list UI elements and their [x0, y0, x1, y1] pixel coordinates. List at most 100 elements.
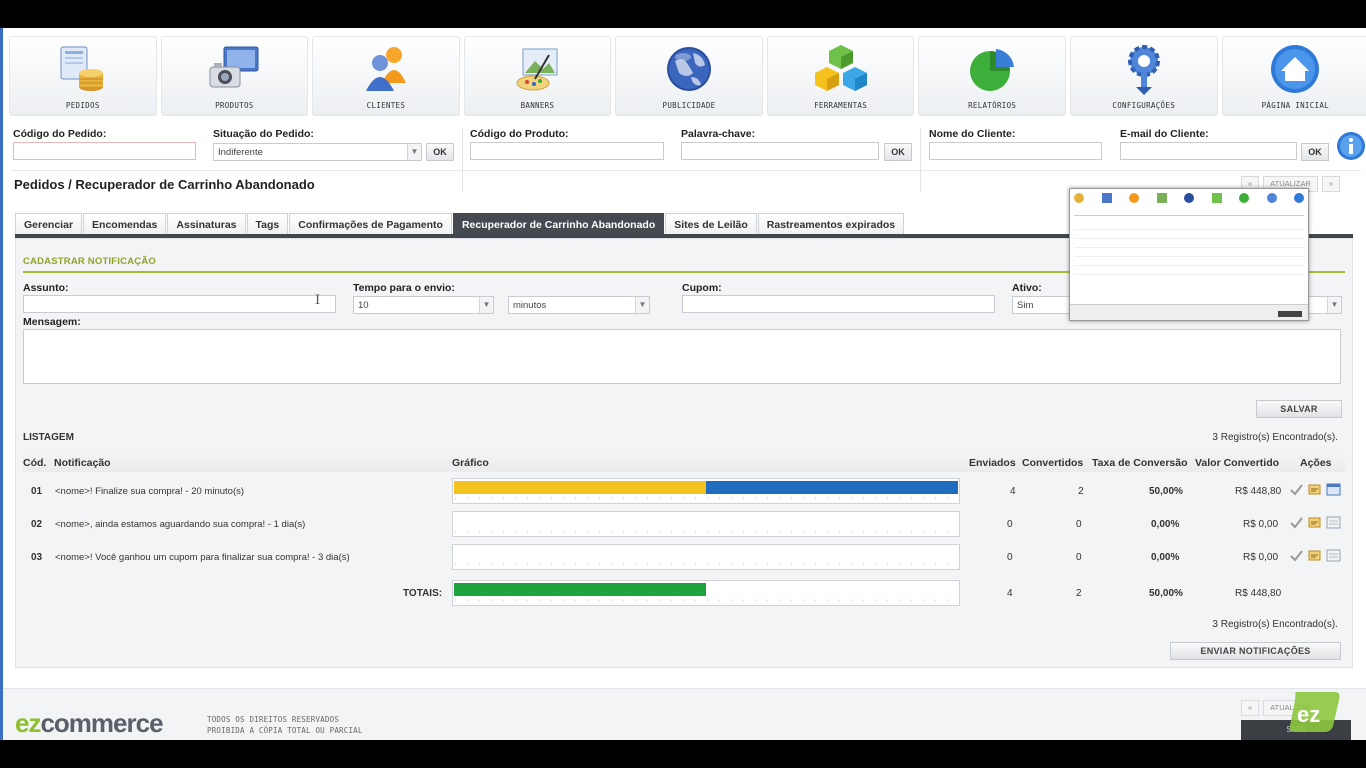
pie-chart-icon: [1239, 193, 1249, 203]
main-nav: PEDIDOS PRODUTOS CLIENTES BANNERS PUBLIC…: [9, 36, 1366, 116]
check-icon[interactable]: [1290, 483, 1303, 496]
nav-label: RELATÓRIOS: [968, 101, 1017, 110]
nav-home[interactable]: PÁGINA INICIAL: [1221, 36, 1366, 116]
nav-publicity[interactable]: PUBLICIDADE: [615, 36, 763, 116]
send-notifications-button[interactable]: ENVIAR NOTIFICAÇÕES: [1170, 642, 1341, 660]
logo-ez: ez: [15, 708, 41, 738]
logo-commerce: commerce: [40, 708, 163, 738]
totals-sent: 4: [1007, 588, 1013, 599]
row-rate: 0,00%: [1151, 552, 1180, 563]
client-name-input[interactable]: [929, 142, 1102, 160]
totals-value: R$ 448,80: [1235, 588, 1282, 599]
globe-icon: [667, 47, 712, 91]
divider: [11, 170, 1361, 171]
totals-row: TOTAIS: 4 2 50,00% R$ 448,80: [23, 576, 1345, 606]
view-icon[interactable]: [1326, 483, 1341, 496]
check-icon[interactable]: [1290, 549, 1303, 562]
edit-icon[interactable]: [1308, 549, 1321, 562]
nav-label: FERRAMENTAS: [814, 101, 868, 110]
svg-text:ez: ez: [1297, 702, 1320, 727]
row-converted: 2: [1078, 486, 1084, 497]
nav-banners[interactable]: BANNERS: [463, 36, 612, 116]
table-row: 01 <nome>! Finalize sua compra! - 20 min…: [23, 474, 1345, 504]
keyword-label: Palavra-chave:: [681, 128, 756, 140]
table-row: 03 <nome>! Você ganhou um cupom para fin…: [23, 540, 1345, 570]
send-time-select[interactable]: 10 ▼: [353, 296, 494, 314]
tab-tags[interactable]: Tags: [246, 213, 289, 235]
preview-thumbnail[interactable]: [1069, 188, 1309, 321]
active-value: Sim: [1017, 300, 1034, 311]
orders-icon: [1074, 193, 1084, 203]
product-code-label: Código do Produto:: [470, 128, 569, 140]
nav-orders[interactable]: PEDIDOS: [9, 36, 157, 116]
message-textarea[interactable]: [23, 329, 1341, 384]
nav-settings[interactable]: CONFIGURAÇÕES: [1069, 36, 1218, 116]
app-window: PEDIDOS PRODUTOS CLIENTES BANNERS PUBLIC…: [0, 28, 1366, 740]
subject-label: Assunto:: [23, 282, 69, 294]
nav-products[interactable]: PRODUTOS: [160, 36, 309, 116]
nav-label: PEDIDOS: [65, 101, 100, 110]
record-count-bottom: 3 Registro(s) Encontrado(s).: [1212, 619, 1338, 630]
tab-orders[interactable]: Encomendas: [83, 213, 167, 235]
row-notification[interactable]: <nome>! Você ganhou um cupom para finali…: [55, 552, 350, 563]
pie-chart-icon: [970, 49, 1015, 91]
nav-tools[interactable]: FERRAMENTAS: [766, 36, 915, 116]
tab-subscriptions[interactable]: Assinaturas: [167, 213, 246, 235]
text-cursor-icon: I: [315, 293, 321, 308]
subject-input[interactable]: [23, 295, 336, 313]
product-search-ok-button[interactable]: OK: [884, 143, 912, 161]
save-button[interactable]: SALVAR: [1256, 400, 1342, 418]
nav-label: PRODUTOS: [215, 101, 254, 110]
keyword-input[interactable]: [681, 142, 879, 160]
row-sent: 4: [1010, 486, 1016, 497]
col-graph: Gráfico: [452, 457, 489, 469]
view-icon[interactable]: [1326, 516, 1341, 529]
record-count: 3 Registro(s) Encontrado(s).: [1212, 432, 1338, 443]
nav-clients[interactable]: CLIENTES: [312, 36, 460, 116]
pager-next-button[interactable]: »: [1321, 176, 1341, 192]
tab-manage[interactable]: Gerenciar: [15, 213, 83, 235]
tab-expired-tracking[interactable]: Rastreamentos expirados: [757, 213, 905, 235]
message-label: Mensagem:: [23, 316, 81, 328]
divider: [1074, 215, 1304, 216]
product-code-input[interactable]: [470, 142, 664, 160]
row-sent: 0: [1007, 519, 1013, 530]
tab-payment-confirmations[interactable]: Confirmações de Pagamento: [289, 213, 452, 235]
order-status-value: Indiferente: [218, 147, 263, 158]
coupon-input[interactable]: [682, 295, 995, 313]
info-icon[interactable]: [1336, 131, 1366, 161]
gear-icon: [1127, 45, 1160, 95]
converted-fill: [454, 583, 706, 596]
view-icon[interactable]: [1326, 549, 1341, 562]
client-search-ok-button[interactable]: OK: [1301, 143, 1329, 161]
order-code-input[interactable]: [13, 142, 196, 160]
row-notification[interactable]: <nome>! Finalize sua compra! - 20 minuto…: [55, 486, 244, 497]
nav-label: PUBLICIDADE: [662, 101, 716, 110]
totals-bar: [452, 580, 960, 606]
thumb-exit: [1278, 311, 1302, 317]
col-rate: Taxa de Conversão: [1092, 457, 1188, 469]
chevron-down-icon: ▼: [635, 297, 649, 313]
tab-auction-sites[interactable]: Sites de Leilão: [665, 213, 757, 235]
tab-abandoned-cart[interactable]: Recuperador de Carrinho Abandonado: [452, 213, 665, 235]
client-email-input[interactable]: [1120, 142, 1297, 160]
order-status-select[interactable]: Indiferente ▼: [213, 143, 422, 161]
footer-prev-button[interactable]: «: [1241, 700, 1260, 716]
totals-label: TOTAIS:: [403, 588, 443, 599]
check-icon[interactable]: [1290, 516, 1303, 529]
chevron-down-icon: ▼: [1327, 297, 1341, 313]
screen-bottom-bar: [0, 740, 1366, 768]
clients-icon: [365, 47, 406, 91]
thumb-footer: [1070, 304, 1308, 320]
edit-icon[interactable]: [1308, 483, 1321, 496]
divider: [462, 128, 463, 192]
order-search-ok-button[interactable]: OK: [426, 143, 454, 161]
nav-reports[interactable]: RELATÓRIOS: [918, 36, 1066, 116]
time-unit-select[interactable]: minutos ▼: [508, 296, 650, 314]
row-notification[interactable]: <nome>, ainda estamos aguardando sua com…: [55, 519, 305, 530]
bar-ticks: [455, 497, 957, 500]
edit-icon[interactable]: [1308, 516, 1321, 529]
row-rate: 50,00%: [1149, 486, 1183, 497]
bar-ticks: [455, 599, 957, 602]
bar-ticks: [455, 563, 957, 566]
